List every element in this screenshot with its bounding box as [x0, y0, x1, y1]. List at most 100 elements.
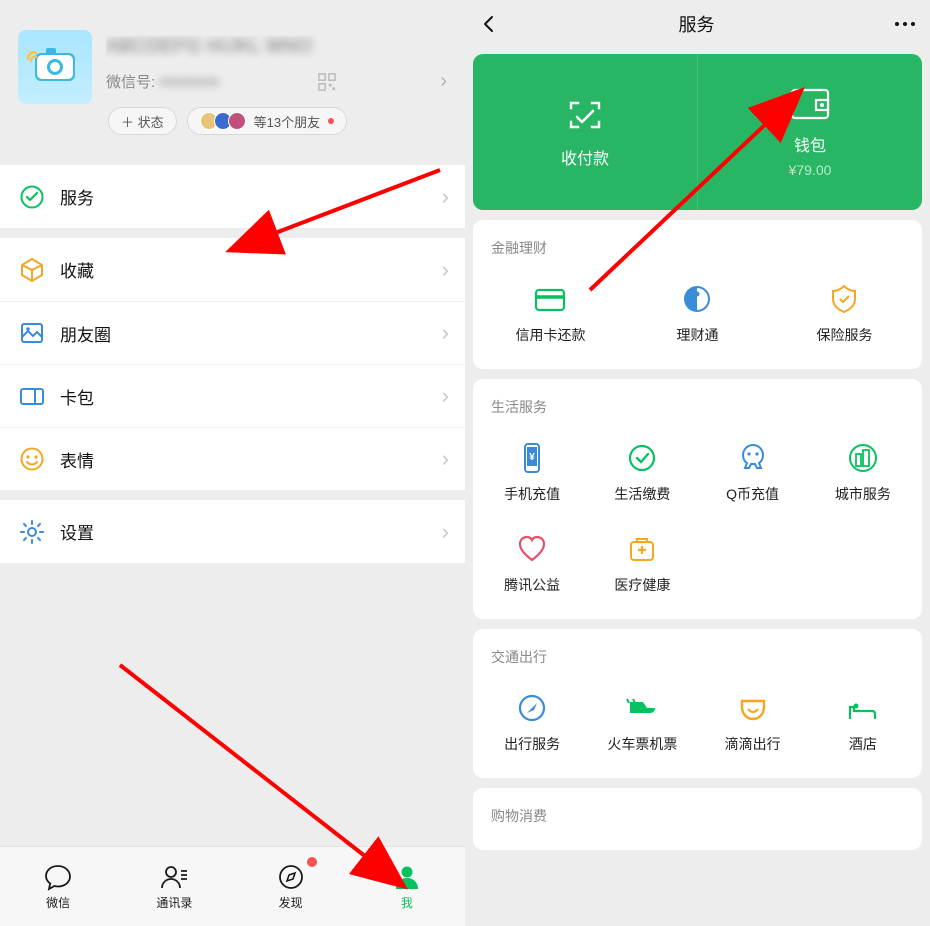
profile-header[interactable]: ABCDEFG HIJKL MNO 微信号: xxxxxxxx › ＋ 状态 等…: [0, 0, 465, 149]
cell-train-flight[interactable]: 火车票机票: [587, 679, 697, 770]
svg-text:¥: ¥: [529, 452, 535, 463]
wallet-icon: [788, 86, 832, 122]
cell-utilities[interactable]: 生活缴费: [587, 429, 697, 520]
services-page: 服务 收付款 钱包 ¥79.00 金融理财 信用卡还款: [465, 0, 930, 926]
moments-icon: [18, 319, 46, 347]
licaitong-icon: [680, 282, 714, 316]
tab-me[interactable]: 我: [349, 847, 465, 926]
row-stickers[interactable]: 表情 ›: [0, 427, 465, 490]
section-life: 生活服务 ¥ 手机充值 生活缴费 Q币充值 城市服务 腾讯公益: [473, 379, 922, 619]
section-travel: 交通出行 出行服务 火车票机票 滴滴出行 酒店: [473, 629, 922, 778]
stickers-icon: [18, 445, 46, 473]
cell-label: Q币充值: [726, 484, 779, 504]
page-title: 服务: [499, 11, 894, 37]
money-code-button[interactable]: 收付款: [473, 54, 697, 210]
chevron-right-icon: ›: [442, 184, 449, 210]
chevron-right-icon: ›: [442, 383, 449, 409]
chevron-right-icon: ›: [442, 519, 449, 545]
wallet-card: 收付款 钱包 ¥79.00: [473, 54, 922, 210]
hotel-icon: [846, 691, 880, 725]
cell-label: 火车票机票: [607, 734, 677, 754]
me-page: ABCDEFG HIJKL MNO 微信号: xxxxxxxx › ＋ 状态 等…: [0, 0, 465, 926]
wallet-label: 钱包: [794, 132, 826, 156]
favorites-icon: [18, 256, 46, 284]
chevron-right-icon: ›: [442, 320, 449, 346]
tab-label: 发现: [279, 894, 303, 911]
mobility-icon: [515, 691, 549, 725]
wxid-value: xxxxxxxx: [159, 73, 219, 90]
wxid-label: 微信号:: [106, 71, 155, 92]
nickname: ABCDEFG HIJKL MNO: [106, 36, 447, 58]
cell-health[interactable]: 医疗健康: [587, 520, 697, 611]
health-icon: [625, 532, 659, 566]
insurance-icon: [827, 282, 861, 316]
tab-label: 通讯录: [156, 894, 192, 911]
city-icon: [846, 441, 880, 475]
row-label: 朋友圈: [60, 321, 111, 346]
chevron-right-icon: ›: [442, 446, 449, 472]
nav-bar: 服务: [465, 0, 930, 48]
back-icon[interactable]: [479, 14, 499, 34]
cell-label: 酒店: [849, 734, 877, 754]
tab-chat[interactable]: 微信: [0, 847, 116, 926]
row-service[interactable]: 服务 ›: [0, 165, 465, 228]
cell-didi[interactable]: 滴滴出行: [698, 679, 808, 770]
utilities-icon: [625, 441, 659, 475]
service-icon: [18, 183, 46, 211]
tab-bar: 微信 通讯录 发现 我: [0, 846, 465, 926]
wallet-button[interactable]: 钱包 ¥79.00: [697, 54, 922, 210]
cell-label: 生活缴费: [614, 484, 670, 504]
cell-label: 保险服务: [816, 325, 872, 345]
cell-credit-repay[interactable]: 信用卡还款: [477, 270, 624, 361]
charity-icon: [515, 532, 549, 566]
friends-status-button[interactable]: 等13个朋友: [187, 107, 347, 135]
status-button[interactable]: ＋ 状态: [108, 107, 177, 135]
avatar[interactable]: [18, 30, 92, 104]
cell-licaitong[interactable]: 理财通: [624, 270, 771, 361]
tab-label: 微信: [46, 894, 70, 911]
qrcode-icon[interactable]: [318, 73, 336, 91]
section-shopping: 购物消费: [473, 788, 922, 850]
row-settings[interactable]: 设置 ›: [0, 500, 465, 563]
row-label: 服务: [60, 184, 94, 209]
row-label: 设置: [60, 519, 94, 544]
section-title: 生活服务: [477, 393, 918, 429]
scan-pay-icon: [565, 95, 605, 135]
cell-label: 滴滴出行: [725, 734, 781, 754]
cell-label: 城市服务: [835, 484, 891, 504]
row-favorites[interactable]: 收藏 ›: [0, 238, 465, 301]
didi-icon: [736, 691, 770, 725]
credit-card-icon: [533, 282, 567, 316]
section-title: 交通出行: [477, 643, 918, 679]
cell-city-services[interactable]: 城市服务: [808, 429, 918, 520]
cell-label: 出行服务: [504, 734, 560, 754]
cell-label: 腾讯公益: [504, 575, 560, 595]
chevron-right-icon: ›: [434, 70, 447, 93]
train-icon: [625, 691, 659, 725]
cell-label: 信用卡还款: [515, 325, 585, 345]
cell-mobility[interactable]: 出行服务: [477, 679, 587, 770]
row-label: 表情: [60, 447, 94, 472]
chevron-right-icon: ›: [442, 257, 449, 283]
section-finance: 金融理财 信用卡还款 理财通 保险服务: [473, 220, 922, 369]
cell-qcoin[interactable]: Q币充值: [698, 429, 808, 520]
cell-hotel[interactable]: 酒店: [808, 679, 918, 770]
cell-label: 理财通: [676, 325, 718, 345]
more-icon[interactable]: [894, 14, 916, 34]
tab-discover[interactable]: 发现: [233, 847, 349, 926]
settings-icon: [18, 518, 46, 546]
cell-label: 医疗健康: [614, 575, 670, 595]
section-title: 购物消费: [477, 802, 918, 830]
badge-dot: [307, 857, 317, 867]
cell-mobile-topup[interactable]: ¥ 手机充值: [477, 429, 587, 520]
tab-label: 我: [401, 894, 413, 911]
section-title: 金融理财: [477, 234, 918, 270]
row-moments[interactable]: 朋友圈 ›: [0, 301, 465, 364]
tab-contacts[interactable]: 通讯录: [116, 847, 232, 926]
row-label: 卡包: [60, 384, 94, 409]
cell-charity[interactable]: 腾讯公益: [477, 520, 587, 611]
row-cards[interactable]: 卡包 ›: [0, 364, 465, 427]
row-label: 收藏: [60, 257, 94, 282]
cell-insurance[interactable]: 保险服务: [771, 270, 918, 361]
qcoin-icon: [736, 441, 770, 475]
